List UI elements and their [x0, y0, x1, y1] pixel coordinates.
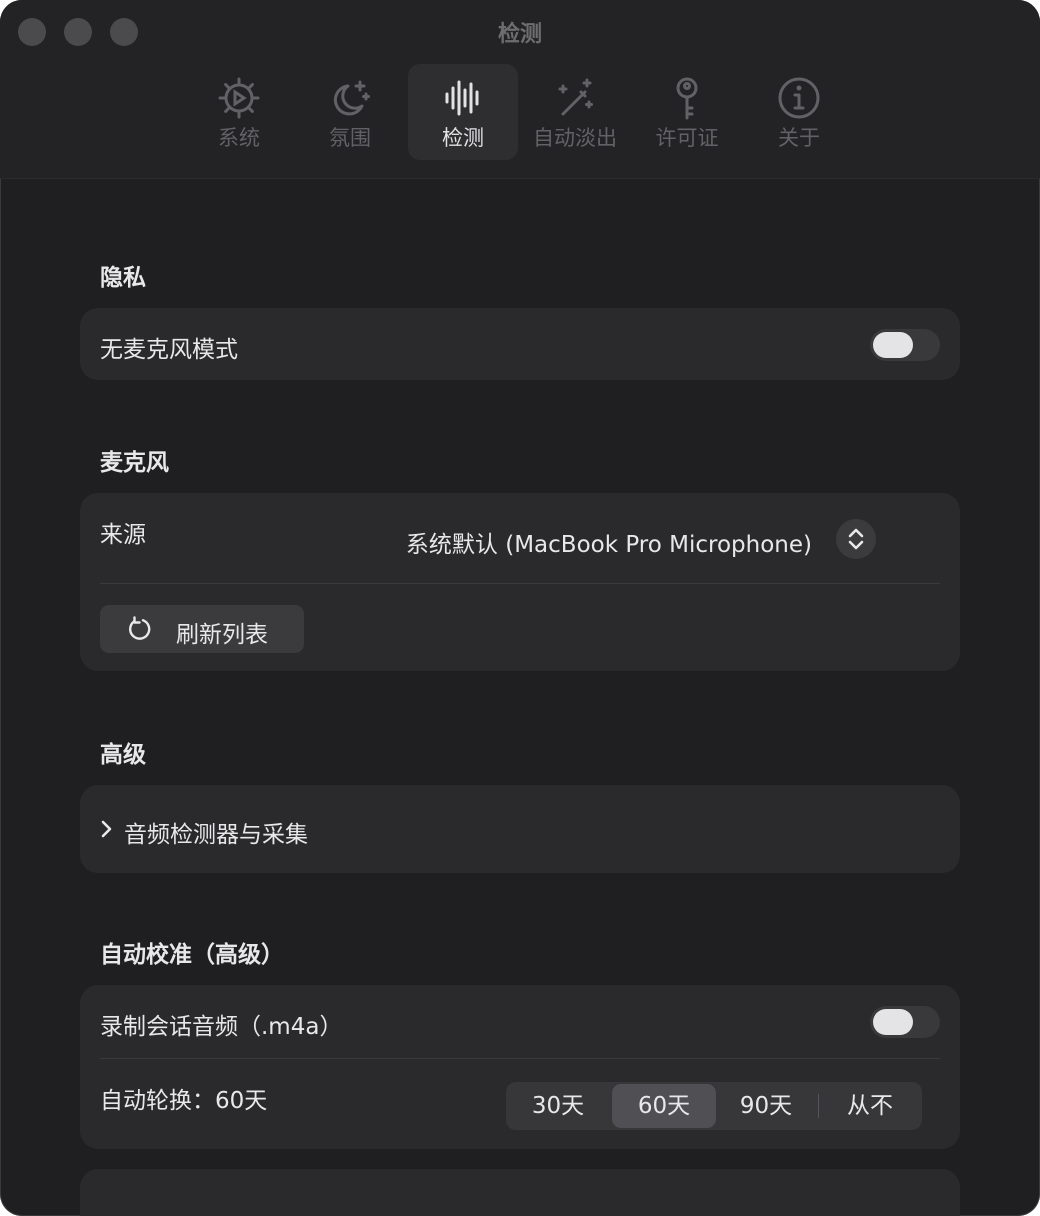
key-icon [676, 77, 698, 120]
row-divider [100, 583, 940, 584]
info-icon [778, 77, 820, 119]
tab-label: 自动淡出 [533, 126, 617, 150]
refresh-icon [129, 616, 151, 640]
section-title-microphone: 麦克风 [100, 450, 169, 476]
calibration-card: 录制会话音频（.m4a） 自动轮换：60天 30天 60天 90天 从不 [80, 985, 960, 1149]
source-popup-button[interactable] [836, 519, 876, 559]
tab-license[interactable]: 许可证 [632, 64, 742, 160]
tab-about[interactable]: 关于 [744, 64, 854, 160]
tab-detection[interactable]: 检测 [408, 64, 518, 160]
toggle-knob [873, 1009, 913, 1035]
audio-detector-disclosure[interactable]: 音频检测器与采集 [124, 815, 308, 849]
tab-auto-fade[interactable]: 自动淡出 [520, 64, 630, 160]
chevron-up-down-icon [848, 528, 864, 550]
toolbar: 检测 系统 氛围 检测 自动淡出 许可证 关于 [0, 0, 1040, 179]
chevron-right-icon[interactable] [100, 819, 114, 839]
record-session-audio-label: 录制会话音频（.m4a） [100, 1014, 343, 1040]
waveform-icon [445, 80, 479, 116]
privacy-card: 无麦克风模式 [80, 308, 960, 380]
no-mic-mode-label: 无麦克风模式 [100, 337, 238, 363]
tab-ambience[interactable]: 氛围 [295, 64, 405, 160]
segment-30-days[interactable]: 30天 [506, 1082, 610, 1130]
settings-window: 检测 系统 氛围 检测 自动淡出 许可证 关于 隐私 无麦克风模式 麦克风 来源… [0, 0, 1040, 1216]
advanced-card: 音频检测器与采集 [80, 785, 960, 873]
rotation-segmented-control: 30天 60天 90天 从不 [506, 1082, 922, 1130]
auto-rotation-label: 自动轮换：60天 [100, 1088, 268, 1114]
tab-label: 氛围 [329, 126, 371, 150]
section-title-calibration: 自动校准（高级） [100, 942, 284, 968]
toggle-knob [873, 332, 913, 358]
segment-90-days[interactable]: 90天 [714, 1082, 818, 1130]
segment-60-days[interactable]: 60天 [612, 1084, 716, 1128]
no-mic-mode-toggle[interactable] [870, 329, 940, 361]
record-session-audio-toggle[interactable] [870, 1006, 940, 1038]
segment-never[interactable]: 从不 [818, 1082, 922, 1130]
section-title-advanced: 高级 [100, 742, 146, 768]
microphone-card: 来源 系统默认 (MacBook Pro Microphone) 刷新列表 [80, 493, 960, 671]
tab-system[interactable]: 系统 [184, 64, 294, 160]
section-title-privacy: 隐私 [100, 265, 146, 291]
refresh-list-label: 刷新列表 [176, 622, 268, 648]
row-divider [100, 1058, 940, 1059]
next-card [80, 1169, 960, 1216]
window-title: 检测 [497, 22, 542, 47]
tab-label: 检测 [442, 126, 484, 150]
magic-wand-icon [558, 78, 593, 116]
tab-label: 许可证 [655, 126, 719, 150]
tab-label: 系统 [218, 126, 260, 150]
source-select[interactable]: 系统默认 (MacBook Pro Microphone) [406, 525, 812, 559]
tab-label: 关于 [778, 126, 820, 150]
gear-icon [218, 77, 260, 119]
refresh-list-button[interactable]: 刷新列表 [100, 605, 304, 653]
moon-stars-icon [333, 80, 370, 116]
source-label: 来源 [100, 522, 146, 548]
